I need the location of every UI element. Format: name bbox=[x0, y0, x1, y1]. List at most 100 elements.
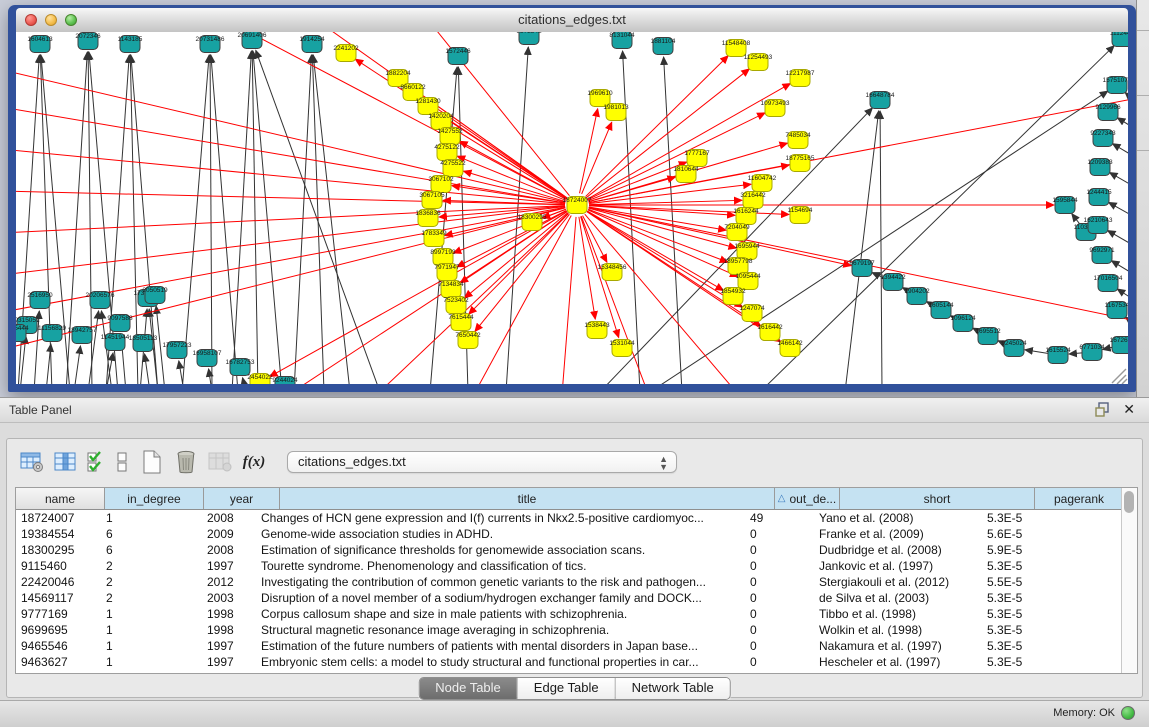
memory-status-indicator[interactable] bbox=[1121, 706, 1135, 720]
graph-edge[interactable] bbox=[294, 55, 311, 384]
graph-node[interactable]: 1595844 bbox=[1052, 197, 1078, 214]
graph-node[interactable]: 9097588 bbox=[107, 315, 133, 332]
graph-node[interactable]: 1466142 bbox=[777, 340, 803, 357]
graph-node[interactable]: 11604742 bbox=[748, 175, 777, 192]
graph-edge[interactable] bbox=[845, 111, 879, 384]
graph-edge[interactable] bbox=[475, 214, 570, 331]
graph-node[interactable]: 17016504 bbox=[1094, 275, 1123, 292]
graph-edge[interactable] bbox=[182, 55, 209, 384]
graph-node[interactable]: 1154694 bbox=[788, 207, 813, 224]
graph-node[interactable]: 1096124 bbox=[950, 315, 976, 332]
network-canvas[interactable]: 1604613207234611431852073148620691406191… bbox=[16, 32, 1128, 384]
float-panel-icon[interactable] bbox=[1095, 402, 1110, 417]
graph-node[interactable]: 4275522 bbox=[440, 160, 466, 177]
graph-edge[interactable] bbox=[1112, 144, 1128, 160]
edit-columns-button[interactable] bbox=[51, 448, 81, 476]
graph-node[interactable]: 2516950 bbox=[27, 292, 53, 309]
column-header-out_de[interactable]: △out_de... bbox=[775, 488, 840, 509]
table-select-dropdown[interactable]: citations_edges.txt ▲▼ bbox=[287, 451, 677, 473]
graph-node[interactable]: 20691406 bbox=[238, 32, 267, 49]
graph-node[interactable]: 2050519 bbox=[142, 287, 168, 304]
graph-edge[interactable] bbox=[1108, 230, 1128, 248]
graph-edge[interactable] bbox=[16, 100, 565, 203]
new-table-button[interactable] bbox=[137, 448, 167, 476]
network-window-titlebar[interactable]: citations_edges.txt bbox=[16, 8, 1128, 33]
graph-node[interactable]: 1615524 bbox=[1045, 347, 1071, 364]
graph-node[interactable]: 1244415 bbox=[1086, 189, 1112, 206]
table-row[interactable]: 1938455462009Genome-wide association stu… bbox=[16, 526, 1137, 542]
graph-node[interactable]: 7615444 bbox=[448, 314, 474, 331]
graph-node[interactable]: 1167534 bbox=[1105, 302, 1128, 319]
table-row[interactable]: 977716911998Corpus callosum shape and si… bbox=[16, 606, 1137, 622]
graph-edge[interactable] bbox=[650, 91, 1108, 384]
graph-edge[interactable] bbox=[560, 217, 576, 384]
select-all-button[interactable] bbox=[85, 448, 107, 476]
graph-node[interactable]: 1538443 bbox=[584, 322, 610, 339]
resize-grip-icon[interactable] bbox=[1122, 379, 1127, 384]
graph-edge[interactable] bbox=[589, 90, 1128, 203]
graph-edge[interactable] bbox=[586, 56, 729, 197]
graph-edge[interactable] bbox=[270, 211, 567, 377]
graph-edge[interactable] bbox=[581, 216, 660, 384]
graph-node[interactable]: 11451944 bbox=[101, 334, 130, 351]
tab-node-table[interactable]: Node Table bbox=[419, 678, 518, 699]
graph-node[interactable]: 1616442 bbox=[757, 324, 783, 341]
graph-edge[interactable] bbox=[16, 206, 565, 235]
graph-node[interactable]: 1836836 bbox=[415, 210, 441, 227]
graph-node[interactable]: 9245024 bbox=[1001, 340, 1027, 357]
graph-node[interactable]: 7134834 bbox=[438, 281, 464, 298]
delete-table-button[interactable] bbox=[171, 448, 201, 476]
graph-node[interactable]: 1531044 bbox=[609, 340, 635, 357]
graph-node[interactable]: 1112444 bbox=[1110, 32, 1128, 47]
graph-node[interactable]: 1981013 bbox=[603, 104, 629, 121]
graph-edge[interactable] bbox=[74, 346, 80, 384]
graph-node[interactable]: 7204049 bbox=[724, 224, 750, 241]
graph-edge[interactable] bbox=[46, 344, 51, 384]
graph-node[interactable]: 8997193 bbox=[430, 249, 456, 266]
graph-node[interactable]: 1143185 bbox=[118, 36, 143, 53]
table-row[interactable]: 911546021997Tourette syndrome. Phenomeno… bbox=[16, 558, 1137, 574]
graph-node[interactable]: 15348456 bbox=[598, 264, 627, 281]
graph-edge[interactable] bbox=[588, 209, 727, 262]
graph-node[interactable]: 8131044 bbox=[609, 32, 635, 49]
graph-edge[interactable] bbox=[260, 32, 567, 198]
graph-node[interactable]: 7523402 bbox=[443, 297, 469, 314]
graph-node[interactable]: 1420204 bbox=[428, 113, 454, 130]
graph-node[interactable]: 15751074 bbox=[1103, 77, 1128, 94]
graph-node[interactable]: 1095444 bbox=[735, 273, 761, 290]
table-vertical-scrollbar[interactable] bbox=[1121, 488, 1137, 673]
table-row[interactable]: 1830029562008Estimation of significance … bbox=[16, 542, 1137, 558]
table-panel-titlebar[interactable]: Table Panel ✕ bbox=[0, 398, 1149, 423]
graph-node[interactable]: 3067102 bbox=[428, 176, 454, 193]
graph-node[interactable]: 12217987 bbox=[786, 70, 815, 87]
graph-edge[interactable] bbox=[1117, 118, 1128, 133]
graph-node[interactable]: 10973493 bbox=[761, 100, 790, 117]
graph-node[interactable]: 1281430 bbox=[415, 98, 441, 115]
graph-node[interactable]: 18957798 bbox=[724, 258, 753, 275]
table-row[interactable]: 946362711997Embryonic stem cells: a mode… bbox=[16, 654, 1137, 670]
graph-node[interactable]: 20731486 bbox=[196, 36, 225, 53]
table-row[interactable]: 1872400712008Changes of HCN gene express… bbox=[16, 510, 1137, 526]
graph-node[interactable]: 9572342 bbox=[516, 32, 542, 45]
table-row[interactable]: 946554611997Estimation of the future num… bbox=[16, 638, 1137, 654]
graph-node[interactable]: 9692971 bbox=[1089, 247, 1115, 264]
column-header-short[interactable]: short bbox=[840, 488, 1035, 509]
graph-node[interactable]: 9227343 bbox=[1090, 130, 1116, 147]
graph-node[interactable]: 1572446 bbox=[445, 48, 471, 65]
graph-edge[interactable] bbox=[16, 60, 565, 202]
graph-edge[interactable] bbox=[88, 311, 99, 384]
graph-edge[interactable] bbox=[145, 354, 150, 384]
graph-edge[interactable] bbox=[760, 46, 1114, 384]
graph-edge[interactable] bbox=[232, 51, 251, 384]
graph-node[interactable]: 6771034 bbox=[1079, 344, 1105, 361]
graph-edge[interactable] bbox=[582, 122, 612, 194]
graph-edge[interactable] bbox=[243, 378, 246, 384]
tab-edge-table[interactable]: Edge Table bbox=[518, 678, 616, 699]
graph-node[interactable]: 1695512 bbox=[975, 328, 1001, 345]
table-settings-button[interactable] bbox=[17, 448, 47, 476]
graph-node[interactable]: 1810644 bbox=[673, 166, 699, 183]
graph-node[interactable]: 1209383 bbox=[1087, 159, 1113, 176]
resize-grip-icon[interactable] bbox=[1112, 369, 1126, 383]
graph-edge[interactable] bbox=[16, 190, 565, 205]
tab-network-table[interactable]: Network Table bbox=[616, 678, 730, 699]
